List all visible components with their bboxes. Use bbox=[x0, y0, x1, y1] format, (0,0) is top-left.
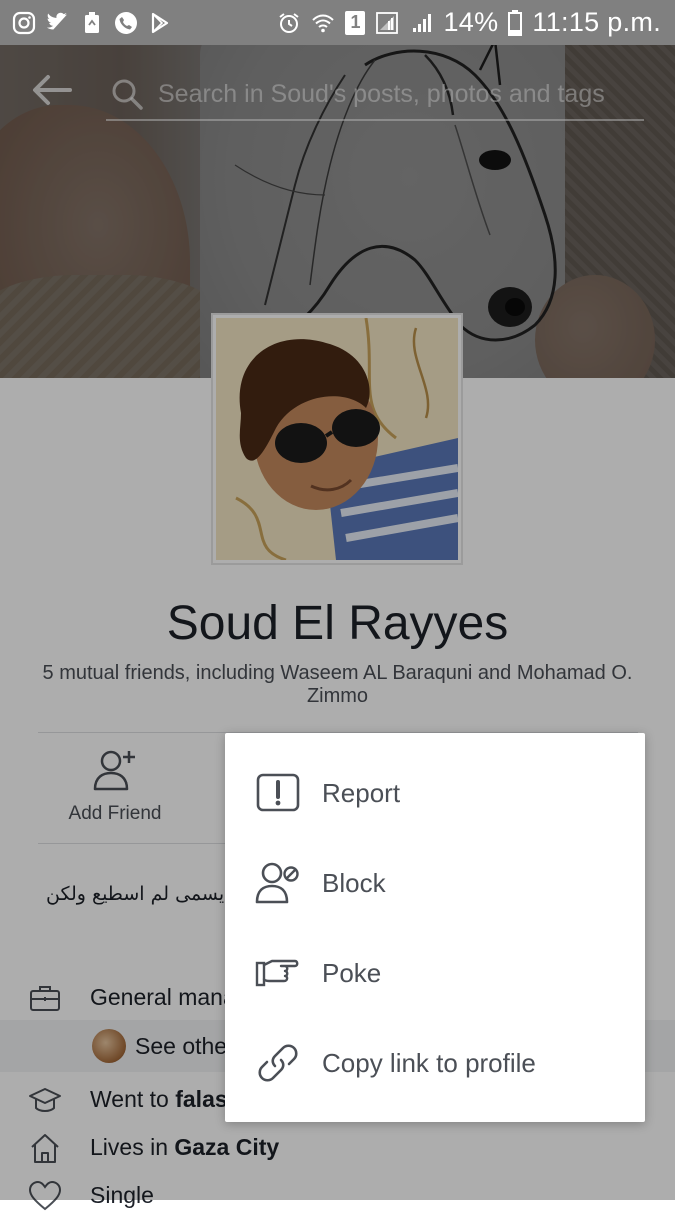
alarm-icon bbox=[279, 12, 300, 33]
menu-item-poke[interactable]: Poke bbox=[225, 928, 645, 1018]
menu-item-block[interactable]: Block bbox=[225, 838, 645, 928]
menu-item-label: Report bbox=[322, 777, 401, 808]
status-bar: 1 14% 11:15 p.m. bbox=[0, 0, 675, 45]
twitter-icon bbox=[46, 12, 68, 30]
block-user-icon bbox=[255, 862, 299, 904]
recycle-icon bbox=[85, 11, 99, 33]
battery-percent: 14% bbox=[443, 7, 499, 37]
menu-item-label: Copy link to profile bbox=[322, 1047, 536, 1078]
menu-item-report[interactable]: Report bbox=[225, 748, 645, 838]
signal-icon bbox=[413, 13, 432, 32]
profile-options-menu: Report Block Poke Copy link to profile bbox=[225, 733, 645, 1122]
report-icon bbox=[256, 773, 300, 812]
phone-icon bbox=[115, 11, 137, 34]
wifi-icon bbox=[312, 14, 335, 32]
clock: 11:15 p.m. bbox=[532, 7, 661, 37]
menu-item-label: Block bbox=[322, 867, 386, 898]
menu-item-label: Poke bbox=[322, 957, 382, 988]
signal-icon bbox=[376, 11, 399, 34]
instagram-icon bbox=[12, 11, 36, 34]
menu-item-copy-link[interactable]: Copy link to profile bbox=[225, 1018, 645, 1108]
battery-icon bbox=[508, 9, 523, 36]
poke-hand-icon bbox=[255, 959, 299, 987]
play-store-icon bbox=[151, 12, 169, 33]
sim-badge: 1 bbox=[345, 10, 366, 35]
link-icon bbox=[258, 1044, 298, 1082]
